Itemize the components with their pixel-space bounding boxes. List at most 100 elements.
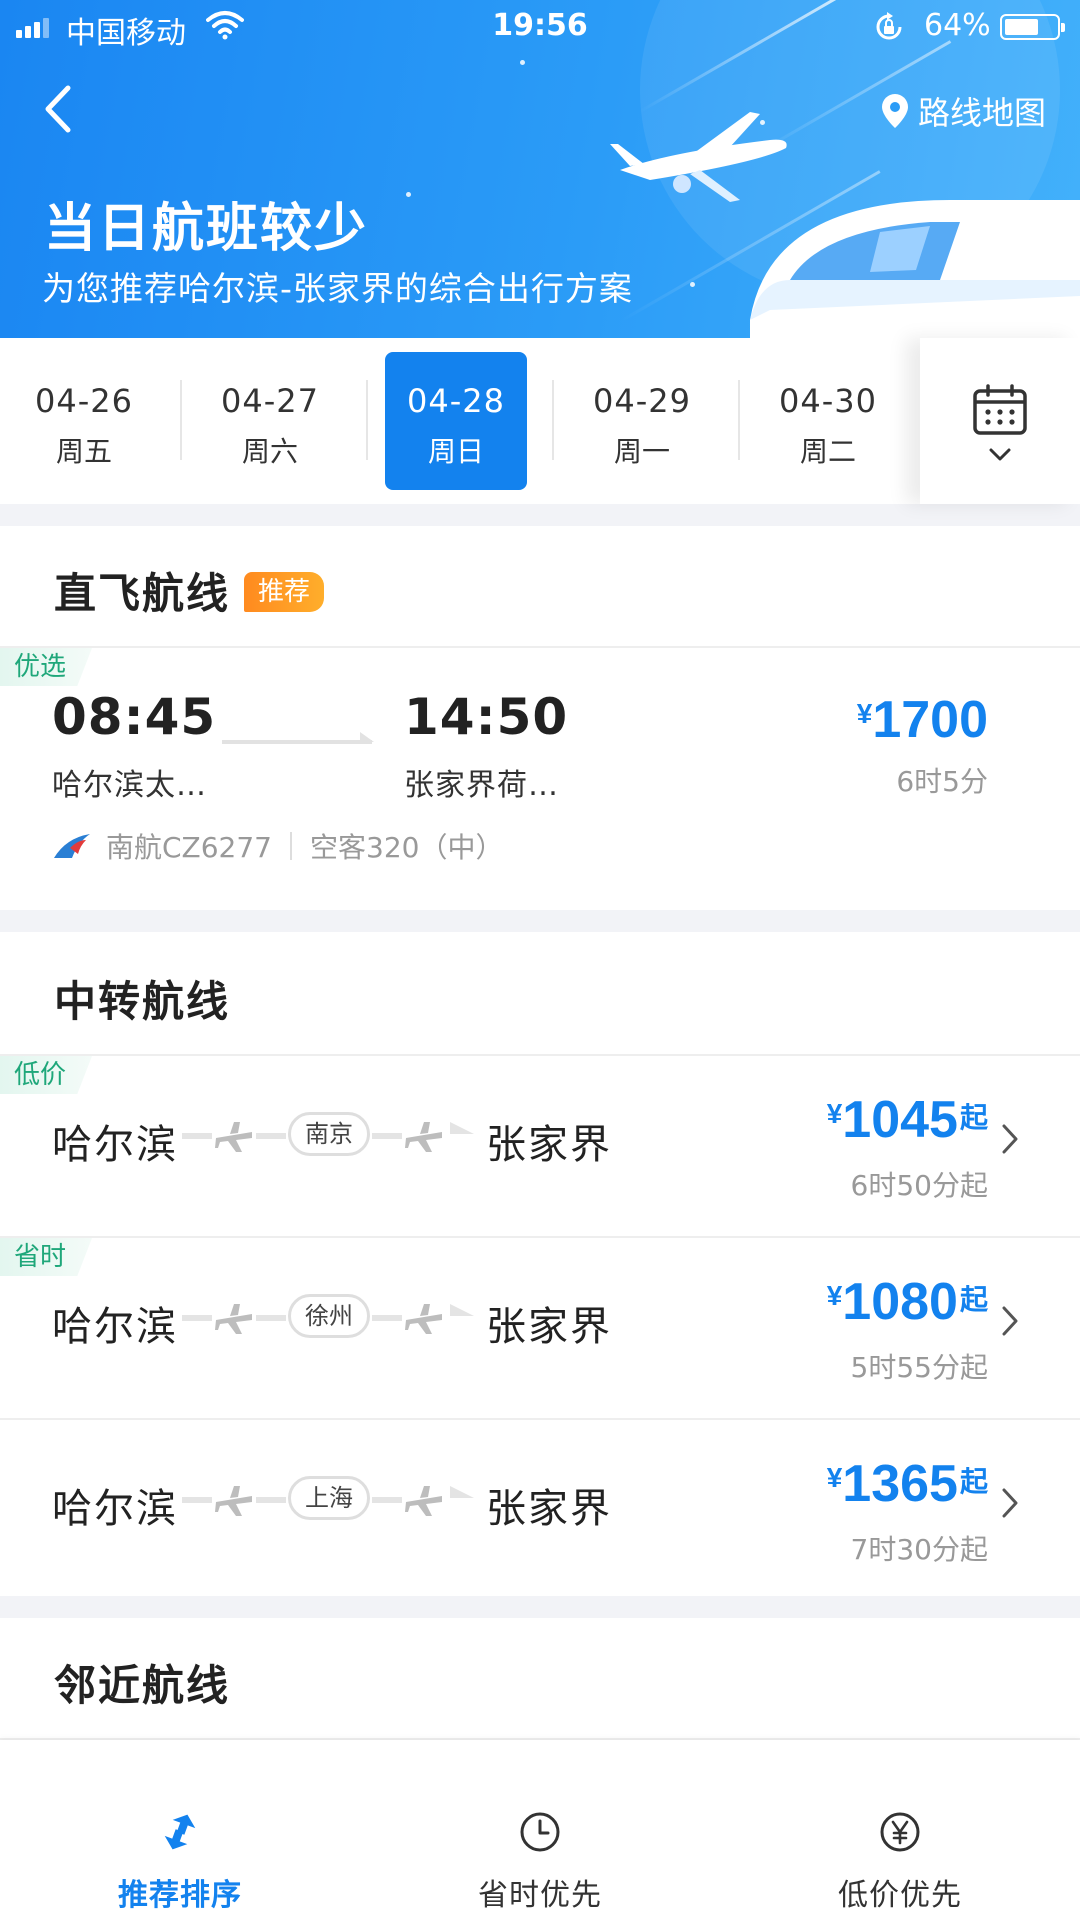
low-price-tag: 低价 [0,1056,93,1094]
time-saving-tag: 省时 [0,1238,93,1276]
route-map-button[interactable]: 路线地图 [881,88,1046,134]
sort-price-first-tab[interactable]: 低价优先 [720,1740,1080,1920]
aircraft-type: 空客320（中） [310,831,504,864]
nav-label: 低价优先 [838,1878,962,1913]
transfer-route-row[interactable]: 低价 哈尔滨 南京 张家界 ¥1045起 6时50分起 [0,1056,1080,1236]
chevron-right-icon [1002,1124,1018,1154]
date-divider [366,380,368,460]
transfer-price: ¥1365起 [827,1454,988,1514]
clock: 19:56 [492,8,588,43]
airline-flight-no: 南航CZ6277 [106,831,272,864]
date-label: 04-29 [593,382,691,420]
section-title-transfer: 中转航线 [54,977,231,1026]
chevron-down-icon [989,448,1011,461]
nav-label: 推荐排序 [118,1878,242,1913]
back-button[interactable] [36,80,84,138]
origin-city: 哈尔滨 [52,1304,178,1350]
route-line [182,1133,212,1139]
currency-symbol: ¥ [826,1280,843,1311]
price-amount: 1700 [872,691,988,749]
transfer-price: ¥1080起 [827,1272,988,1332]
route-line [256,1497,286,1503]
yen-coin-icon [880,1812,920,1852]
calendar-icon [973,384,1027,435]
route-line [372,1315,402,1321]
date-tab-0426[interactable]: 04-26 周五 [13,352,155,490]
date-tab-0429[interactable]: 04-29 周一 [571,352,713,490]
route-arrow [450,1486,474,1498]
transfer-city-pill: 南京 [288,1112,370,1156]
transfer-route-row[interactable]: 省时 哈尔滨 徐州 张家界 ¥1080起 5时55分起 [0,1238,1080,1418]
date-label: 04-26 [35,382,133,420]
price-amount: 1080 [842,1273,958,1331]
route-map-label: 路线地图 [917,94,1046,132]
route-line [256,1315,286,1321]
sort-time-first-tab[interactable]: 省时优先 [360,1740,720,1920]
bottom-sort-bar: 推荐排序 省时优先 低价优先 [0,1740,1080,1920]
direct-price: ¥1700 [857,690,988,750]
transfer-flight-section: 中转航线 低价 哈尔滨 南京 张家界 ¥1045起 6时50分起 省时 哈尔滨 … [0,932,1080,1596]
weekday-label: 周二 [799,435,856,468]
flight-duration: 7时30分起 [850,1533,988,1566]
arrive-time: 14:50 [404,688,569,746]
route-line [372,1133,402,1139]
decor-dot [520,60,525,65]
date-tab-0430[interactable]: 04-30 周二 [757,352,899,490]
price-suffix: 起 [959,1284,988,1315]
weekday-label: 周日 [427,435,484,468]
nav-label: 省时优先 [478,1878,602,1913]
decor-dot [406,192,411,197]
app-root: 中国移动 19:56 64% 路线地图 当日航班较少 为您推荐哈尔滨-张家界的综… [0,0,1080,1920]
sort-recommended-tab[interactable]: 推荐排序 [0,1740,360,1920]
destination-city: 张家界 [486,1304,612,1350]
date-label: 04-28 [407,382,505,420]
plane-icon [215,1304,252,1334]
depart-airport: 哈尔滨太… [52,768,207,803]
weekday-label: 周六 [241,435,298,468]
date-label: 04-27 [221,382,319,420]
plane-icon [405,1122,442,1152]
sort-arrows-icon [164,1814,196,1850]
plane-icon [405,1486,442,1516]
recommend-badge: 推荐 [244,572,325,612]
direct-flight-card[interactable]: 优选 08:45 哈尔滨太… 14:50 张家界荷… ¥1700 6时5分 [0,648,1080,910]
plane-and-train-illustration [610,112,1080,338]
divider [290,832,292,860]
currency-symbol: ¥ [826,1462,843,1493]
flight-duration: 6时5分 [896,765,988,798]
battery-level [1005,19,1038,35]
weekday-label: 周五 [55,435,112,468]
route-line [256,1133,286,1139]
currency-symbol: ¥ [826,1098,843,1129]
transfer-route-row[interactable]: 哈尔滨 上海 张家界 ¥1365起 7时30分起 [0,1420,1080,1600]
battery-icon [1000,14,1065,40]
section-title-nearby: 邻近航线 [54,1661,231,1710]
flight-arrow [222,732,374,744]
hero-banner: 中国移动 19:56 64% 路线地图 当日航班较少 为您推荐哈尔滨-张家界的综… [0,0,1080,338]
destination-city: 张家界 [486,1122,612,1168]
origin-city: 哈尔滨 [52,1122,178,1168]
price-amount: 1365 [842,1455,958,1513]
plane-icon [215,1122,252,1152]
date-divider [552,380,554,460]
arrive-airport: 张家界荷… [404,768,559,803]
nearby-flight-section: 邻近航线 [0,1618,1080,1740]
transfer-city-pill: 上海 [288,1476,370,1520]
route-arrow [450,1304,474,1316]
depart-time: 08:45 [52,688,217,746]
weekday-label: 周一 [613,435,670,468]
price-suffix: 起 [959,1466,988,1497]
chevron-right-icon [1002,1488,1018,1518]
route-line [182,1315,212,1321]
plane-icon [215,1486,252,1516]
section-title-direct: 直飞航线 [54,569,231,618]
chevron-right-icon [1002,1306,1018,1336]
currency-symbol: ¥ [856,698,873,729]
flight-duration: 5时55分起 [850,1351,988,1384]
airline-info: 南航CZ6277 空客320（中） [52,826,503,866]
status-bar: 中国移动 19:56 64% [0,0,1080,54]
date-tab-0427[interactable]: 04-27 周六 [199,352,341,490]
route-arrow [450,1122,474,1134]
calendar-button[interactable] [920,338,1080,504]
date-tab-0428-selected[interactable]: 04-28 周日 [385,352,527,490]
